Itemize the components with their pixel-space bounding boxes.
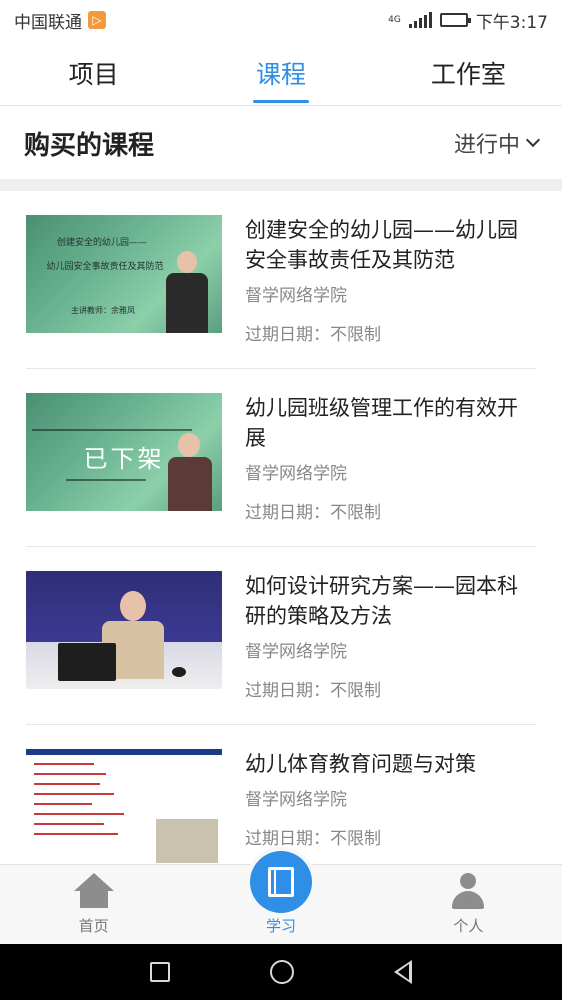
book-icon [249,851,312,913]
carrier-badge-icon: ▷ [88,11,106,29]
document-line [34,783,100,785]
section-header: 购买的课程 进行中 [0,107,562,179]
nav-home-label: 首页 [78,917,109,935]
nav-home[interactable]: 首页 [0,865,187,944]
system-nav-bar [0,944,562,1000]
carrier-name: 中国联通 [14,12,82,33]
course-card[interactable]: 如何设计研究方案——园本科研的策略及方法 督学网络学院 过期日期：不限制 [26,547,536,725]
tab-courses-label: 课程 [255,59,306,89]
document-line [34,823,104,825]
network-type: 4G [388,14,401,25]
course-card[interactable]: 幼儿体育教育问题与对策 督学网络学院 过期日期：不限制 [26,725,536,864]
thumbnail-text-line [66,479,146,481]
nav-study-label: 学习 [265,917,296,935]
course-info: 如何设计研究方案——园本科研的策略及方法 督学网络学院 过期日期：不限制 [245,571,536,701]
document-line [34,803,92,805]
signal-icon [408,12,432,28]
document-line [34,773,106,775]
course-title[interactable]: 如何设计研究方案——园本科研的策略及方法 [245,571,536,631]
recent-apps-icon[interactable] [150,962,170,982]
nav-study[interactable]: 学习 [187,851,374,944]
course-provider: 督学网络学院 [245,790,347,810]
course-thumbnail[interactable] [26,571,222,689]
document-line [34,813,124,815]
chevron-down-icon [525,132,541,148]
bottom-nav: 首页 学习 个人 [0,851,562,944]
page-title: 购买的课程 [24,130,155,161]
presenter-head [120,591,146,621]
course-expiry: 过期日期：不限制 [245,829,381,849]
thumbnail-caption: 创建安全的幼儿园—— [56,238,147,248]
clock: 下午3:17 [475,12,548,33]
filter-label: 进行中 [453,133,520,158]
user-icon [448,871,488,911]
course-expiry: 过期日期：不限制 [245,325,381,345]
course-expiry: 过期日期：不限制 [245,681,381,701]
status-filter-dropdown[interactable]: 进行中 [453,127,541,159]
presenter-figure [166,273,208,333]
back-icon[interactable] [394,960,412,984]
top-tab-bar: 项目 课程 工作室 [0,40,562,106]
course-info: 幼儿体育教育问题与对策 督学网络学院 过期日期：不限制 [245,749,536,849]
course-title[interactable]: 创建安全的幼儿园——幼儿园安全事故责任及其防范 [245,215,536,275]
document-line [34,793,114,795]
tab-projects[interactable]: 项目 [0,40,187,105]
document-line [34,833,118,835]
course-card[interactable]: 已下架 幼儿园班级管理工作的有效开展 督学网络学院 过期日期：不限制 [26,369,536,547]
network-label: 4G [388,14,401,25]
course-expiry: 过期日期：不限制 [245,503,381,523]
course-title[interactable]: 幼儿园班级管理工作的有效开展 [245,393,536,453]
nav-profile-label: 个人 [453,917,484,935]
presenter-head [177,251,197,273]
microphone-shape [172,667,186,677]
thumbnail-caption: 幼儿园安全事故责任及其防范 [46,262,164,272]
course-title[interactable]: 幼儿体育教育问题与对策 [245,749,536,779]
presenter-inset [156,819,218,863]
battery-icon [439,13,471,27]
course-provider: 督学网络学院 [245,642,347,662]
course-provider: 督学网络学院 [245,286,347,306]
tab-projects-label: 项目 [68,59,119,89]
status-bar: 中国联通 ▷ 4G 下午3:17 [0,0,562,40]
home-icon [73,871,114,911]
tab-studio-label: 工作室 [430,59,506,89]
tab-studio[interactable]: 工作室 [375,40,562,105]
course-info: 创建安全的幼儿园——幼儿园安全事故责任及其防范 督学网络学院 过期日期：不限制 [245,215,536,345]
thumbnail-caption: 主讲教师：余雅凤 [71,306,135,315]
course-thumbnail[interactable]: 已下架 [26,393,222,511]
status-right: 4G 下午3:17 [388,8,548,33]
nav-profile[interactable]: 个人 [375,865,562,944]
course-info: 幼儿园班级管理工作的有效开展 督学网络学院 过期日期：不限制 [245,393,536,523]
document-line [34,763,94,765]
status-left: 中国联通 ▷ [14,8,106,33]
tab-courses[interactable]: 课程 [187,40,374,105]
course-provider: 督学网络学院 [245,464,347,484]
course-thumbnail[interactable]: 创建安全的幼儿园—— 幼儿园安全事故责任及其防范 主讲教师：余雅凤 [26,215,222,333]
course-thumbnail[interactable] [26,749,222,864]
section-divider [0,179,562,191]
laptop-shape [58,643,116,681]
thumbnail-text-line [32,429,192,431]
course-list[interactable]: 创建安全的幼儿园—— 幼儿园安全事故责任及其防范 主讲教师：余雅凤 创建安全的幼… [0,191,562,864]
home-button-icon[interactable] [270,960,294,984]
course-card[interactable]: 创建安全的幼儿园—— 幼儿园安全事故责任及其防范 主讲教师：余雅凤 创建安全的幼… [26,191,536,369]
off-shelf-badge: 已下架 [83,445,165,473]
